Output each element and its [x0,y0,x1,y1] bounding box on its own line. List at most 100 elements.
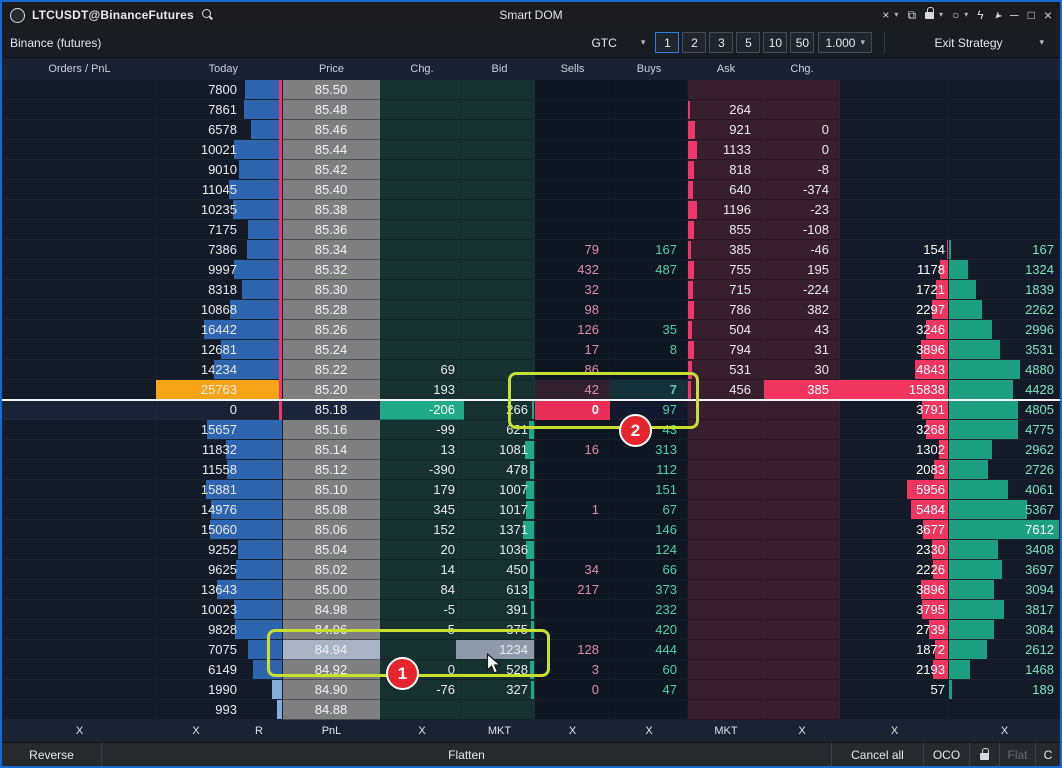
buys-cell[interactable]: 146 [610,520,688,540]
dom-row[interactable]: 1023585.381196-23 [2,200,1060,220]
volume-buy-cell[interactable]: 3817 [949,600,1060,620]
bid-change-cell[interactable] [380,260,464,280]
buys-cell[interactable] [610,300,688,320]
bid-change-cell[interactable] [380,140,464,160]
volume-sell-cell[interactable] [840,700,949,720]
buys-cell[interactable] [610,700,688,720]
bid-cell[interactable] [464,80,535,100]
dom-row[interactable]: 1155885.12-39047811220832726 [2,460,1060,480]
orders-cell[interactable] [2,440,157,460]
ask-change-cell[interactable] [764,480,840,500]
ask-change-cell[interactable] [764,660,840,680]
volume-sell-cell[interactable] [840,180,949,200]
price-cell[interactable]: 85.20 [283,380,380,400]
ask-change-cell[interactable]: -8 [764,160,840,180]
today-volume-cell[interactable]: 6149 [157,660,283,680]
bid-change-cell[interactable] [380,240,464,260]
bid-change-cell[interactable] [380,120,464,140]
bid-cell[interactable]: 478 [464,460,535,480]
bid-cell[interactable] [464,100,535,120]
sells-cell[interactable]: 432 [535,260,610,280]
orders-cell[interactable] [2,500,157,520]
bid-change-cell[interactable]: -99 [380,420,464,440]
buys-cell[interactable]: 35 [610,320,688,340]
disconnect-icon[interactable]: × [882,8,889,22]
close-icon[interactable]: × [1044,8,1052,22]
ask-cell[interactable]: 921 [688,120,764,140]
today-volume-cell[interactable]: 6578 [157,120,283,140]
ask-cell[interactable] [688,480,764,500]
sells-cell[interactable] [535,180,610,200]
bid-change-cell[interactable] [380,80,464,100]
column-action-x[interactable]: X [840,725,949,737]
volume-buy-cell[interactable]: 3697 [949,560,1060,580]
orders-cell[interactable] [2,360,157,380]
buys-cell[interactable]: 47 [610,680,688,700]
ask-change-cell[interactable] [764,640,840,660]
ask-cell[interactable]: 504 [688,320,764,340]
volume-buy-cell[interactable]: 4805 [949,400,1060,420]
ask-cell[interactable] [688,620,764,640]
volume-sell-cell[interactable]: 5484 [840,500,949,520]
today-volume-cell[interactable]: 10021 [157,140,283,160]
ask-cell[interactable] [688,420,764,440]
volume-sell-cell[interactable]: 5956 [840,480,949,500]
bid-change-cell[interactable] [380,180,464,200]
bid-change-cell[interactable] [380,700,464,720]
bid-change-cell[interactable] [380,100,464,120]
dom-row[interactable]: 831885.3032715-22417211839 [2,280,1060,300]
orders-cell[interactable] [2,280,157,300]
ask-change-cell[interactable]: -46 [764,240,840,260]
bid-change-cell[interactable]: 345 [380,500,464,520]
today-volume-cell[interactable]: 16442 [157,320,283,340]
today-volume-cell[interactable]: 9010 [157,160,283,180]
orders-cell[interactable] [2,260,157,280]
volume-sell-cell[interactable]: 15838 [840,380,949,400]
minimize-icon[interactable]: ─ [1010,8,1019,22]
dom-row[interactable]: 780085.50 [2,80,1060,100]
volume-buy-cell[interactable]: 3531 [949,340,1060,360]
volume-buy-cell[interactable]: 2996 [949,320,1060,340]
dom-row[interactable]: 962585.0214450346622263697 [2,560,1060,580]
column-action-mkt[interactable]: MKT [464,725,535,737]
today-volume-cell[interactable]: 7861 [157,100,283,120]
price-cell[interactable]: 85.28 [283,300,380,320]
price-cell[interactable]: 85.46 [283,120,380,140]
ask-cell[interactable] [688,640,764,660]
volume-buy-cell[interactable]: 5367 [949,500,1060,520]
volume-sell-cell[interactable]: 3896 [840,340,949,360]
volume-sell-cell[interactable]: 2226 [840,560,949,580]
price-cell[interactable]: 85.12 [283,460,380,480]
reverse-button[interactable]: Reverse [2,743,102,766]
ask-change-cell[interactable] [764,560,840,580]
orders-cell[interactable] [2,560,157,580]
tif-select[interactable]: GTC ▾ [585,32,651,54]
today-volume-cell[interactable]: 12681 [157,340,283,360]
volume-buy-cell[interactable]: 2726 [949,460,1060,480]
volume-buy-cell[interactable]: 1468 [949,660,1060,680]
buys-cell[interactable] [610,200,688,220]
ask-cell[interactable] [688,700,764,720]
orders-cell[interactable] [2,200,157,220]
ask-change-cell[interactable]: -224 [764,280,840,300]
qty-button-5[interactable]: 5 [736,32,760,53]
orders-cell[interactable] [2,140,157,160]
volume-buy-cell[interactable]: 1324 [949,260,1060,280]
ask-cell[interactable] [688,80,764,100]
dom-row[interactable]: 1497685.08345101716754845367 [2,500,1060,520]
bid-change-cell[interactable]: -390 [380,460,464,480]
dom-row[interactable]: 1183285.141310811631313022962 [2,440,1060,460]
ask-change-cell[interactable] [764,100,840,120]
volume-sell-cell[interactable]: 1178 [840,260,949,280]
hotkeys-icon[interactable]: ϟ [977,8,983,22]
price-cell[interactable]: 85.40 [283,180,380,200]
cancel-all-button[interactable]: Cancel all [832,743,924,766]
buys-cell[interactable]: 232 [610,600,688,620]
bid-cell[interactable] [464,700,535,720]
ask-change-cell[interactable] [764,400,840,420]
buys-cell[interactable]: 151 [610,480,688,500]
today-volume-cell[interactable]: 10235 [157,200,283,220]
pin-icon[interactable]: ➤ [989,7,1005,23]
price-cell[interactable]: 85.48 [283,100,380,120]
ask-cell[interactable]: 755 [688,260,764,280]
